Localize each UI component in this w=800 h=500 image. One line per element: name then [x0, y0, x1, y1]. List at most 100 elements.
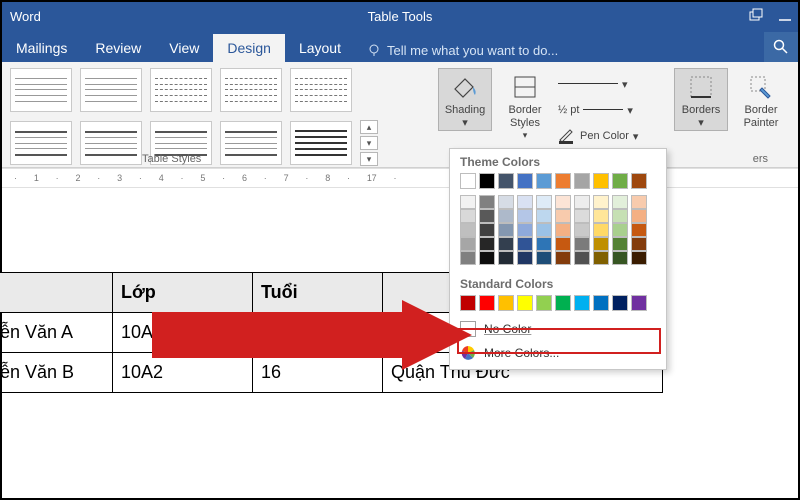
gallery-down-icon[interactable]: ▾: [360, 136, 378, 150]
restore-icon[interactable]: [748, 9, 764, 23]
color-swatch[interactable]: [574, 251, 590, 265]
tab-layout[interactable]: Layout: [285, 34, 355, 62]
color-swatch[interactable]: [517, 195, 533, 209]
minimize-icon[interactable]: [778, 9, 792, 23]
table-cell[interactable]: yễn Văn A: [0, 313, 113, 353]
color-swatch[interactable]: [498, 209, 514, 223]
color-swatch[interactable]: [555, 195, 571, 209]
gallery-up-icon[interactable]: ▴: [360, 120, 378, 134]
pen-color-dropdown[interactable]: Pen Color▾: [558, 124, 668, 148]
color-swatch[interactable]: [612, 195, 628, 209]
color-swatch[interactable]: [460, 195, 476, 209]
color-swatch[interactable]: [593, 295, 609, 311]
color-swatch[interactable]: [517, 223, 533, 237]
color-swatch[interactable]: [517, 237, 533, 251]
search-button[interactable]: [764, 32, 798, 62]
table-style-option[interactable]: [290, 121, 352, 165]
color-swatch[interactable]: [555, 251, 571, 265]
color-swatch[interactable]: [631, 173, 647, 189]
color-swatch[interactable]: [460, 251, 476, 265]
color-swatch[interactable]: [498, 237, 514, 251]
color-swatch[interactable]: [460, 209, 476, 223]
table-header-cell[interactable]: [0, 273, 113, 313]
color-swatch[interactable]: [612, 223, 628, 237]
color-swatch[interactable]: [536, 209, 552, 223]
color-swatch[interactable]: [479, 237, 495, 251]
color-swatch[interactable]: [612, 237, 628, 251]
color-swatch[interactable]: [574, 237, 590, 251]
color-swatch[interactable]: [498, 195, 514, 209]
table-cell[interactable]: yễn Văn B: [0, 353, 113, 393]
color-swatch[interactable]: [536, 251, 552, 265]
color-swatch[interactable]: [479, 173, 495, 189]
color-swatch[interactable]: [479, 295, 495, 311]
color-swatch[interactable]: [536, 195, 552, 209]
table-style-option[interactable]: [10, 121, 72, 165]
table-style-option[interactable]: [220, 121, 282, 165]
table-styles-gallery[interactable]: ▴ ▾ ▾: [2, 62, 417, 167]
table-style-option[interactable]: [150, 68, 212, 112]
color-swatch[interactable]: [498, 173, 514, 189]
color-swatch[interactable]: [574, 223, 590, 237]
color-swatch[interactable]: [536, 173, 552, 189]
tell-me-box[interactable]: Tell me what you want to do...: [361, 39, 764, 62]
border-styles-button[interactable]: Border Styles▾: [498, 68, 552, 141]
table-style-option[interactable]: [220, 68, 282, 112]
color-swatch[interactable]: [460, 237, 476, 251]
color-swatch[interactable]: [593, 223, 609, 237]
color-swatch[interactable]: [555, 173, 571, 189]
color-swatch[interactable]: [498, 295, 514, 311]
color-swatch[interactable]: [479, 223, 495, 237]
color-swatch[interactable]: [612, 173, 628, 189]
color-swatch[interactable]: [517, 209, 533, 223]
table-cell[interactable]: 16: [253, 353, 383, 393]
color-swatch[interactable]: [593, 173, 609, 189]
no-color-item[interactable]: No Color: [450, 317, 666, 341]
color-swatch[interactable]: [593, 251, 609, 265]
color-swatch[interactable]: [593, 195, 609, 209]
pen-weight-dropdown[interactable]: ½ pt▾: [558, 98, 668, 122]
color-swatch[interactable]: [574, 295, 590, 311]
table-header-cell[interactable]: Tuổi: [253, 273, 383, 313]
table-cell[interactable]: 16: [253, 313, 383, 353]
tab-mailings[interactable]: Mailings: [2, 34, 81, 62]
color-swatch[interactable]: [612, 251, 628, 265]
color-swatch[interactable]: [631, 209, 647, 223]
color-swatch[interactable]: [460, 173, 476, 189]
color-swatch[interactable]: [631, 223, 647, 237]
table-style-option[interactable]: [80, 68, 142, 112]
color-swatch[interactable]: [498, 223, 514, 237]
table-style-option[interactable]: [290, 68, 352, 112]
table-cell[interactable]: 10A2: [113, 353, 253, 393]
color-swatch[interactable]: [555, 295, 571, 311]
color-swatch[interactable]: [574, 209, 590, 223]
color-swatch[interactable]: [612, 209, 628, 223]
color-swatch[interactable]: [498, 251, 514, 265]
color-swatch[interactable]: [536, 237, 552, 251]
color-swatch[interactable]: [536, 295, 552, 311]
color-swatch[interactable]: [593, 209, 609, 223]
gallery-more-icon[interactable]: ▾: [360, 152, 378, 166]
color-swatch[interactable]: [631, 195, 647, 209]
color-swatch[interactable]: [631, 251, 647, 265]
tab-view[interactable]: View: [155, 34, 213, 62]
tab-design[interactable]: Design: [213, 34, 285, 62]
color-swatch[interactable]: [479, 209, 495, 223]
color-swatch[interactable]: [593, 237, 609, 251]
ruler[interactable]: ·1·2·3·4·5·6·7·8·17·: [2, 168, 798, 188]
color-swatch[interactable]: [631, 295, 647, 311]
shading-button[interactable]: Shading ▾: [438, 68, 492, 131]
borders-button[interactable]: Borders ▾: [674, 68, 728, 131]
color-swatch[interactable]: [555, 223, 571, 237]
more-colors-item[interactable]: More Colors...: [450, 341, 666, 365]
table-cell[interactable]: 10A2: [113, 313, 253, 353]
color-swatch[interactable]: [517, 295, 533, 311]
tab-review[interactable]: Review: [81, 34, 155, 62]
color-swatch[interactable]: [574, 195, 590, 209]
color-swatch[interactable]: [517, 251, 533, 265]
color-swatch[interactable]: [479, 195, 495, 209]
border-painter-button[interactable]: Border Painter: [734, 68, 788, 130]
pen-style-dropdown[interactable]: ▾: [558, 72, 668, 96]
color-swatch[interactable]: [631, 237, 647, 251]
table-header-cell[interactable]: Lớp: [113, 273, 253, 313]
